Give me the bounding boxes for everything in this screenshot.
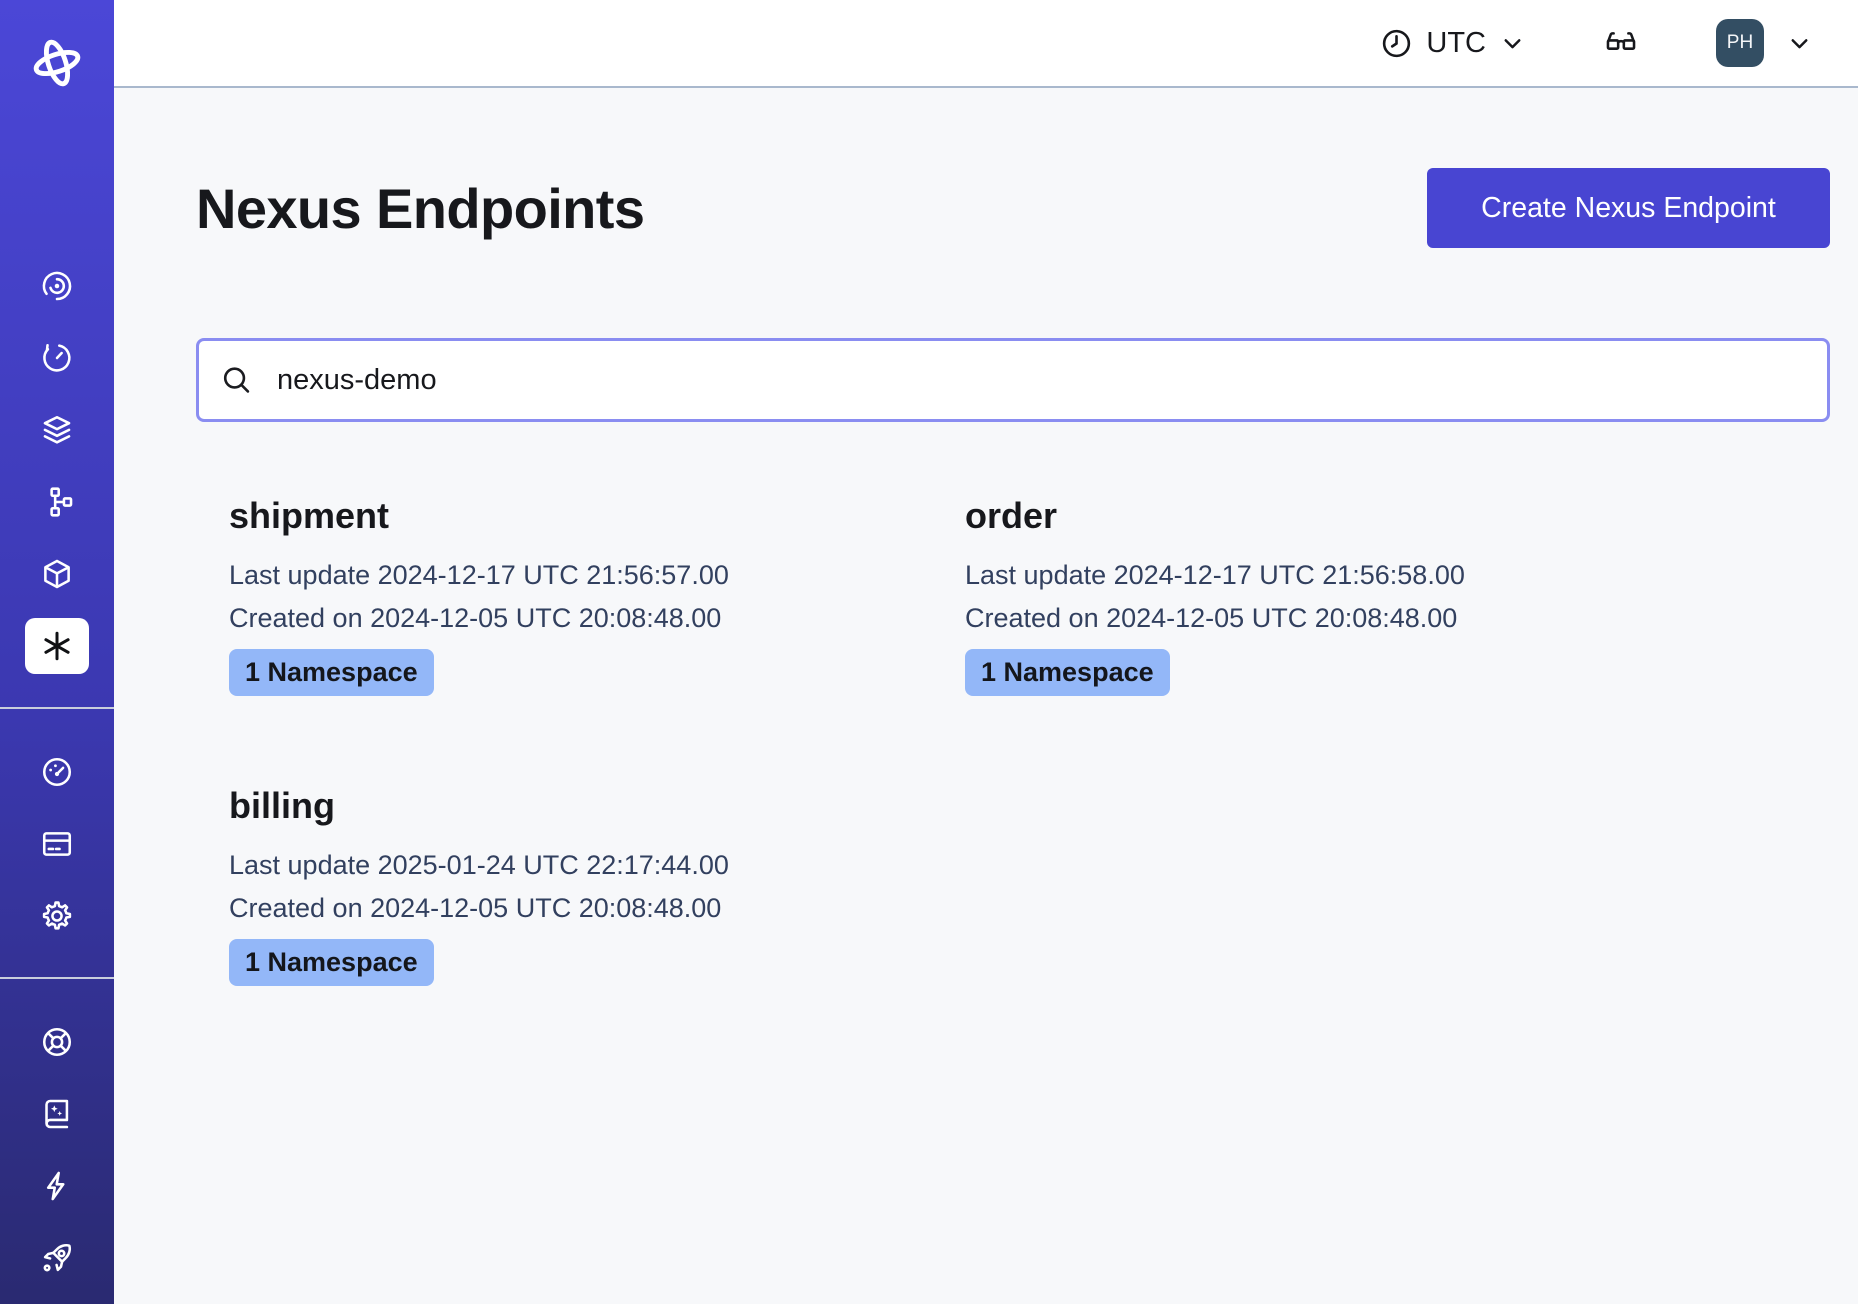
timezone-selector[interactable]: UTC bbox=[1380, 27, 1526, 60]
sidebar-item-task-queues[interactable] bbox=[0, 394, 114, 466]
temporal-logo[interactable] bbox=[28, 34, 86, 92]
workflows-eye-icon bbox=[40, 269, 74, 303]
sidebar-item-events[interactable] bbox=[0, 1150, 114, 1222]
endpoint-card: shipment Last update 2024-12-17 UTC 21:5… bbox=[229, 494, 965, 696]
endpoint-name-link[interactable]: order bbox=[965, 494, 1701, 538]
nexus-asterisk-icon bbox=[39, 628, 75, 664]
namespace-count-badge: 1 Namespace bbox=[229, 649, 434, 696]
labs-mode-toggle[interactable] bbox=[1600, 26, 1642, 60]
endpoint-card-grid: shipment Last update 2024-12-17 UTC 21:5… bbox=[196, 494, 1830, 986]
sidebar-item-schedules[interactable] bbox=[0, 322, 114, 394]
topbar: UTC PH bbox=[114, 0, 1858, 88]
search-wrap bbox=[196, 338, 1830, 422]
chevron-down-icon bbox=[1499, 30, 1526, 57]
endpoint-card: order Last update 2024-12-17 UTC 21:56:5… bbox=[965, 494, 1701, 696]
selected-item-highlight bbox=[25, 618, 89, 674]
app-root: UTC PH bbox=[0, 0, 1858, 1304]
endpoint-name-link[interactable]: shipment bbox=[229, 494, 965, 538]
support-lifering-icon bbox=[40, 1025, 74, 1059]
docs-book-icon bbox=[40, 1097, 74, 1131]
sidebar-divider bbox=[0, 707, 114, 709]
schedules-timer-icon bbox=[40, 341, 74, 375]
deployments-cube-icon bbox=[40, 557, 74, 591]
sidebar-item-docs[interactable] bbox=[0, 1078, 114, 1150]
clock-icon bbox=[1380, 27, 1413, 60]
main-column: UTC PH bbox=[114, 0, 1858, 1304]
endpoint-last-update: Last update 2025-01-24 UTC 22:17:44.00 bbox=[229, 848, 965, 882]
namespace-count-badge: 1 Namespace bbox=[229, 939, 434, 986]
sidebar-item-deployments[interactable] bbox=[0, 538, 114, 610]
sidebar-nav-account bbox=[0, 736, 114, 952]
endpoint-created-on: Created on 2024-12-05 UTC 20:08:48.00 bbox=[229, 601, 965, 635]
sidebar-divider bbox=[0, 977, 114, 979]
account-menu[interactable]: PH bbox=[1716, 19, 1813, 67]
events-lightning-icon bbox=[40, 1169, 74, 1203]
title-row: Nexus Endpoints Create Nexus Endpoint bbox=[196, 168, 1830, 248]
sidebar-item-batch-operations[interactable] bbox=[0, 466, 114, 538]
sidebar-nav-primary bbox=[0, 250, 114, 682]
endpoint-name-link[interactable]: billing bbox=[229, 784, 965, 828]
chevron-down-icon bbox=[1786, 30, 1813, 57]
glasses-icon bbox=[1600, 26, 1642, 60]
sidebar-item-nexus[interactable] bbox=[0, 610, 114, 682]
timezone-label: UTC bbox=[1426, 27, 1486, 60]
layers-icon bbox=[40, 413, 74, 447]
avatar[interactable]: PH bbox=[1716, 19, 1764, 67]
batch-branch-icon bbox=[40, 485, 74, 519]
content: Nexus Endpoints Create Nexus Endpoint sh… bbox=[114, 88, 1858, 986]
sidebar-item-settings[interactable] bbox=[0, 880, 114, 952]
sidebar-item-billing[interactable] bbox=[0, 808, 114, 880]
create-nexus-endpoint-button[interactable]: Create Nexus Endpoint bbox=[1427, 168, 1830, 248]
page-title: Nexus Endpoints bbox=[196, 176, 644, 241]
sidebar-nav-help bbox=[0, 1006, 114, 1294]
search-input[interactable] bbox=[196, 338, 1830, 422]
endpoint-last-update: Last update 2024-12-17 UTC 21:56:57.00 bbox=[229, 558, 965, 592]
endpoint-created-on: Created on 2024-12-05 UTC 20:08:48.00 bbox=[965, 601, 1701, 635]
sidebar-item-getting-started[interactable] bbox=[0, 1222, 114, 1294]
sidebar-item-usage[interactable] bbox=[0, 736, 114, 808]
sidebar-item-support[interactable] bbox=[0, 1006, 114, 1078]
sidebar bbox=[0, 0, 114, 1304]
endpoint-last-update: Last update 2024-12-17 UTC 21:56:58.00 bbox=[965, 558, 1701, 592]
settings-gear-icon bbox=[40, 899, 74, 933]
endpoint-created-on: Created on 2024-12-05 UTC 20:08:48.00 bbox=[229, 891, 965, 925]
sidebar-item-workflows[interactable] bbox=[0, 250, 114, 322]
endpoint-card: billing Last update 2025-01-24 UTC 22:17… bbox=[229, 784, 965, 986]
usage-gauge-icon bbox=[40, 755, 74, 789]
namespace-count-badge: 1 Namespace bbox=[965, 649, 1170, 696]
billing-card-icon bbox=[40, 827, 74, 861]
getting-started-rocket-icon bbox=[40, 1241, 74, 1275]
